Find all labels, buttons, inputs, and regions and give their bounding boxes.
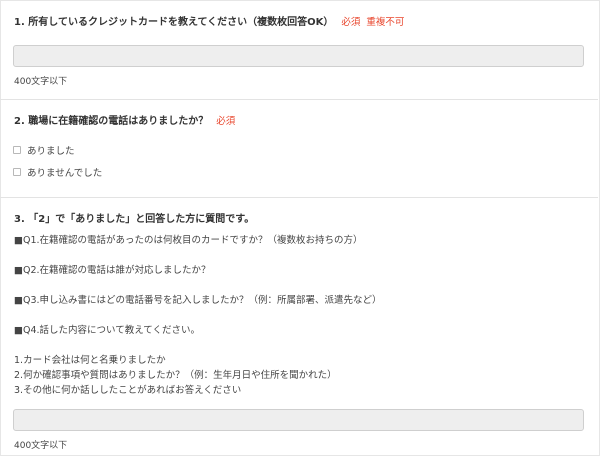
checkbox[interactable]: [13, 146, 21, 154]
question-3-note-1: 1.カード会社は何と名乗りましたか: [14, 355, 166, 366]
option-no-label: ありませんでした: [27, 168, 103, 179]
question-3-sub-q3: ■Q3.申し込み書にはどの電話番号を記入しましたか？（例：所属部署、派遣先など）: [14, 295, 382, 306]
question-3-char-limit: 400文字以下: [14, 441, 68, 451]
checkbox[interactable]: [13, 168, 21, 176]
question-2-title: 2. 職場に在籍確認の電話はありましたか？: [14, 116, 209, 127]
divider: [0, 197, 598, 198]
no-duplicate-badge: 重複不可: [366, 17, 405, 28]
question-3-title: 3. 「2」で「ありました」と回答した方に質問です。: [14, 214, 255, 225]
question-3-input[interactable]: [13, 409, 584, 431]
question-1-char-limit: 400文字以下: [14, 77, 68, 87]
option-yes[interactable]: ありました: [13, 143, 75, 157]
question-2-heading: 2. 職場に在籍確認の電話はありましたか？ 必須: [14, 112, 235, 127]
option-no[interactable]: ありませんでした: [13, 165, 102, 179]
question-1-heading: 1. 所有しているクレジットカードを教えてください（複数枚回答OK） 必須 重複不可: [14, 13, 404, 28]
divider: [0, 99, 598, 100]
question-3-sub-q2: ■Q2.在籍確認の電話は誰が対応しましたか？: [14, 265, 211, 276]
question-3-sub-q1: ■Q1.在籍確認の電話があったのは何枚目のカードですか？（複数枚お持ちの方）: [14, 235, 363, 246]
question-3-note-2: 2.何か確認事項や質問はありましたか？（例：生年月日や住所を聞かれた）: [14, 370, 337, 381]
question-3-sub-q4: ■Q4.話した内容について教えてください。: [14, 325, 200, 336]
question-1-input[interactable]: [13, 45, 584, 67]
required-badge: 必須: [341, 17, 361, 28]
question-1-title: 1. 所有しているクレジットカードを教えてください（複数枚回答OK）: [14, 17, 334, 28]
question-3-heading: 3. 「2」で「ありました」と回答した方に質問です。: [14, 210, 254, 225]
option-yes-label: ありました: [27, 146, 75, 157]
question-3-note-3: 3.その他に何か話ししたことがあればお答えください: [14, 385, 242, 396]
required-badge: 必須: [216, 116, 236, 127]
